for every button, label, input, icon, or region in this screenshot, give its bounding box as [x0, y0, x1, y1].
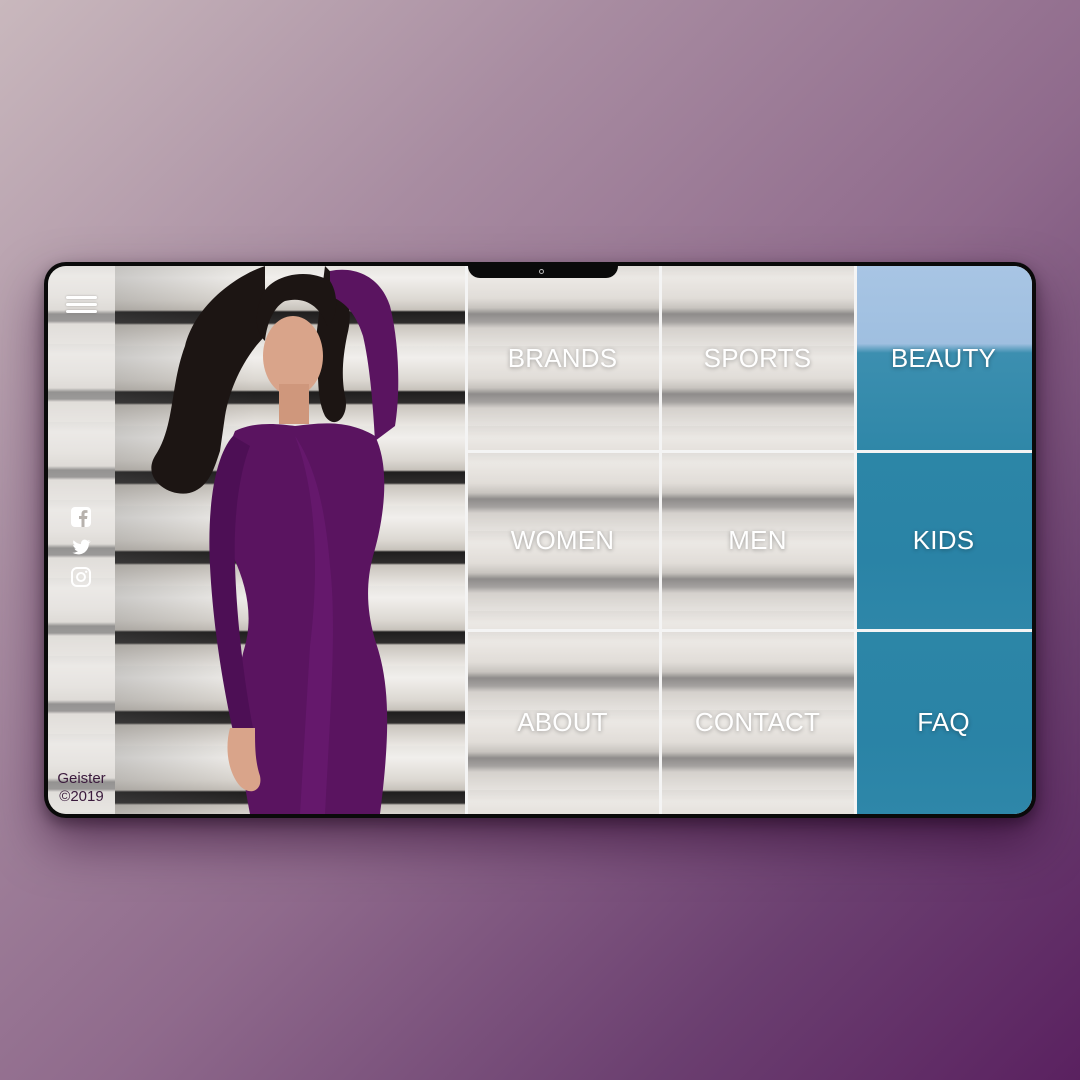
- grid-divider: [465, 629, 1032, 632]
- camera-icon: [539, 269, 544, 274]
- facebook-icon[interactable]: [70, 506, 92, 528]
- tile-label: WOMEN: [510, 525, 615, 555]
- tile-label: ABOUT: [517, 706, 608, 737]
- hero-photo: [115, 266, 465, 814]
- grid-divider: [659, 266, 662, 814]
- tile-kids[interactable]: KIDS: [855, 451, 1032, 630]
- tile-women[interactable]: WOMEN: [465, 451, 660, 630]
- tile-about[interactable]: ABOUT: [465, 630, 660, 814]
- left-sidebar: Geister ©2019: [48, 266, 115, 814]
- brand-name: Geister: [57, 770, 106, 787]
- category-grid: BRANDS SPORTS BEAUTY WOMEN MEN KIDS ABOU…: [465, 266, 1032, 814]
- tile-men[interactable]: MEN: [660, 451, 855, 630]
- tile-brands[interactable]: BRANDS: [465, 266, 660, 451]
- tile-label: KIDS: [912, 525, 975, 555]
- grid-divider: [465, 266, 468, 814]
- tile-label: SPORTS: [703, 343, 812, 373]
- brand-copyright: Geister ©2019: [48, 770, 115, 806]
- twitter-icon[interactable]: [70, 536, 92, 558]
- grid-divider: [465, 450, 1032, 453]
- tile-sports[interactable]: SPORTS: [660, 266, 855, 451]
- tile-label: FAQ: [917, 706, 970, 737]
- tile-faq[interactable]: FAQ: [855, 630, 1032, 814]
- grid-divider: [854, 266, 857, 814]
- screen: Geister ©2019 BRANDS SPORTS BEAUTY WOMEN…: [48, 266, 1032, 814]
- device-frame: Geister ©2019 BRANDS SPORTS BEAUTY WOMEN…: [44, 262, 1036, 818]
- tile-label: BRANDS: [507, 343, 618, 373]
- instagram-icon[interactable]: [70, 566, 92, 588]
- tile-label: MEN: [728, 525, 787, 555]
- copyright-text: ©2019: [59, 788, 104, 805]
- camera-notch: [468, 266, 618, 278]
- model-in-purple-dress-illustration: [151, 266, 399, 814]
- tile-label: BEAUTY: [890, 343, 997, 373]
- tile-label: CONTACT: [694, 706, 821, 737]
- tile-beauty[interactable]: BEAUTY: [855, 266, 1032, 451]
- tile-contact[interactable]: CONTACT: [660, 630, 855, 814]
- hamburger-menu-icon[interactable]: [66, 296, 97, 316]
